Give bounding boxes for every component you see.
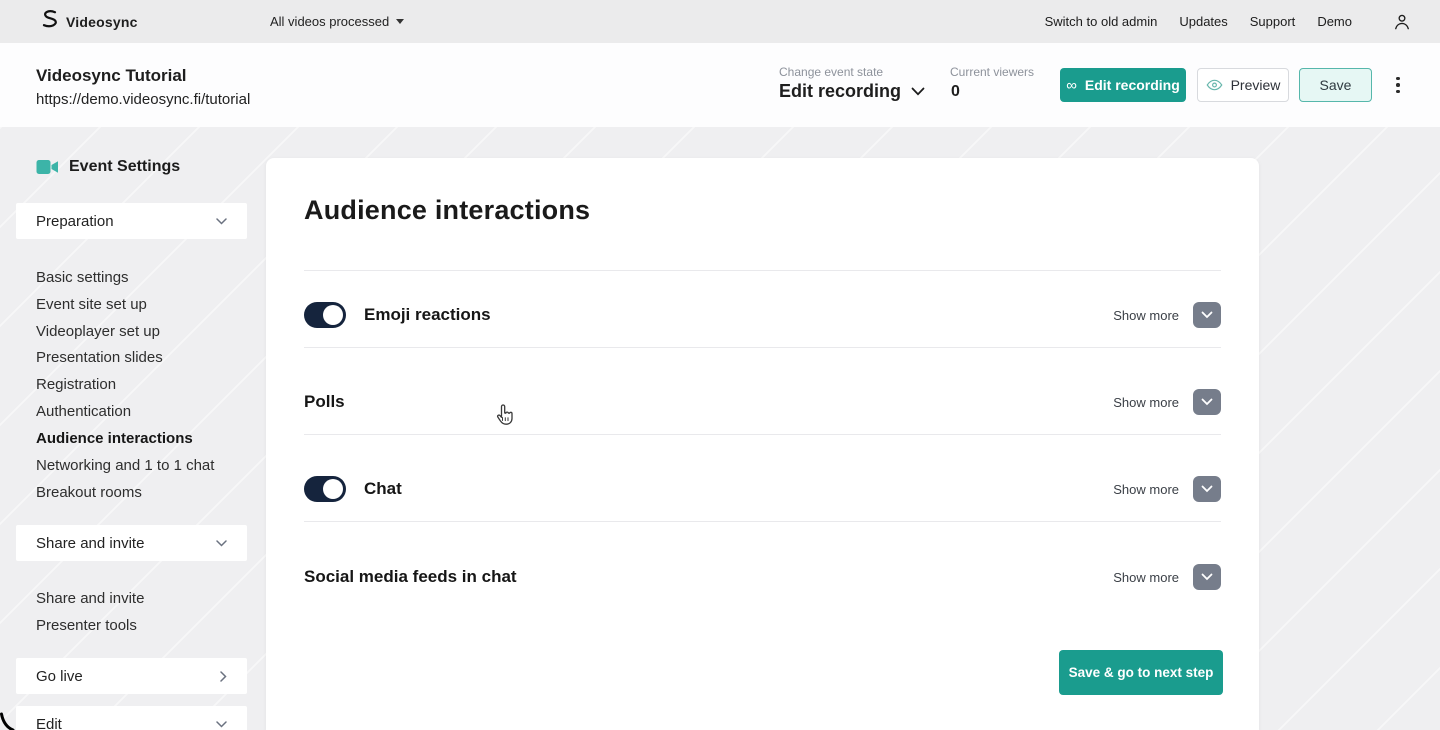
sidebar-section-preparation[interactable]: Preparation [16,203,247,239]
row-label: Polls [304,392,345,412]
panel-heading: Audience interactions [304,195,590,226]
emoji-reactions-toggle[interactable] [304,302,346,328]
expand-row-button[interactable] [1193,302,1221,328]
chevron-down-icon [911,87,925,96]
brand-name: Videosync [66,14,138,30]
share-invite-label: Share and invite [36,535,144,552]
sidebar-item-networking-1to1-chat[interactable]: Networking and 1 to 1 chat [36,452,236,478]
link-support[interactable]: Support [1250,14,1296,29]
preview-label: Preview [1231,77,1281,93]
chevron-down-icon [1201,573,1213,581]
sidebar-section-share-and-invite[interactable]: Share and invite [16,525,247,561]
top-bar-links: Switch to old admin Updates Support Demo [1045,0,1412,43]
show-more-link[interactable]: Show more [1113,308,1179,323]
save-label: Save [1320,77,1352,93]
divider [304,434,1221,435]
row-label: Chat [364,479,402,499]
link-updates[interactable]: Updates [1179,14,1227,29]
sidebar: Event Settings Preparation Basic setting… [16,127,247,730]
event-url[interactable]: https://demo.videosync.fi/tutorial [36,91,250,108]
row-label: Social media feeds in chat [304,567,517,587]
show-more-link[interactable]: Show more [1113,482,1179,497]
chevron-down-icon [216,218,227,225]
save-and-next-step-button[interactable]: Save & go to next step [1059,650,1223,695]
current-viewers-label: Current viewers [950,65,1034,79]
show-more-link[interactable]: Show more [1113,395,1179,410]
link-switch-old-admin[interactable]: Switch to old admin [1045,14,1158,29]
expand-row-button[interactable] [1193,389,1221,415]
chevron-right-icon [220,671,227,682]
current-viewers-count: 0 [951,83,960,101]
event-state-dropdown[interactable]: Edit recording [779,81,925,102]
edit-label: Edit [36,716,62,730]
setting-row-polls: Polls Show more [304,372,1221,432]
corner-artifact [0,710,16,730]
more-options-kebab-menu[interactable] [1391,71,1405,99]
divider [304,521,1221,522]
sidebar-header: Event Settings [36,158,180,176]
sidebar-item-authentication[interactable]: Authentication [36,398,236,424]
video-camera-icon [36,159,59,175]
event-state-label: Change event state [779,65,883,79]
chevron-down-icon [1201,485,1213,493]
setting-row-emoji-reactions: Emoji reactions Show more [304,285,1221,345]
chevron-down-icon [216,540,227,547]
brand[interactable]: Videosync [40,0,138,43]
top-bar: Videosync All videos processed Switch to… [0,0,1440,43]
chevron-down-icon [1201,311,1213,319]
user-icon[interactable] [1392,12,1412,32]
recording-icon: ∞ [1066,78,1077,93]
sidebar-item-registration[interactable]: Registration [36,371,236,397]
sidebar-item-event-site-set-up[interactable]: Event site set up [36,291,236,317]
caret-down-icon [396,19,404,24]
row-label: Emoji reactions [364,305,491,325]
sidebar-section-go-live[interactable]: Go live [16,658,247,694]
sidebar-item-basic-settings[interactable]: Basic settings [36,264,236,290]
sidebar-item-videoplayer-set-up[interactable]: Videoplayer set up [36,318,236,344]
link-demo[interactable]: Demo [1317,14,1352,29]
page-title: Videosync Tutorial [36,66,187,86]
edit-recording-button[interactable]: ∞ Edit recording [1060,68,1186,102]
show-more-link[interactable]: Show more [1113,570,1179,585]
videos-status-dropdown[interactable]: All videos processed [270,0,404,43]
sidebar-item-presentation-slides[interactable]: Presentation slides [36,344,236,370]
sidebar-title: Event Settings [69,158,180,176]
save-button[interactable]: Save [1299,68,1372,102]
sidebar-item-audience-interactions[interactable]: Audience interactions [36,425,236,451]
sidebar-item-presenter-tools[interactable]: Presenter tools [36,612,236,638]
chevron-down-icon [1201,398,1213,406]
videosync-logo-icon [40,9,58,34]
setting-row-chat: Chat Show more [304,459,1221,519]
videos-status-label: All videos processed [270,14,389,29]
divider [304,347,1221,348]
go-live-label: Go live [36,668,83,685]
admin-screen: Videosync All videos processed Switch to… [0,0,1440,730]
edit-recording-label: Edit recording [1085,77,1180,93]
event-state-value: Edit recording [779,81,901,102]
preview-button[interactable]: Preview [1197,68,1289,102]
audience-interactions-panel: Audience interactions Emoji reactions Sh… [266,158,1259,730]
divider [304,270,1221,271]
eye-icon [1206,79,1223,91]
expand-row-button[interactable] [1193,476,1221,502]
chevron-down-icon [216,721,227,728]
sidebar-item-share-and-invite[interactable]: Share and invite [36,585,236,611]
event-header: Videosync Tutorial https://demo.videosyn… [0,43,1440,127]
preparation-label: Preparation [36,213,114,230]
setting-row-social-media-feeds: Social media feeds in chat Show more [304,547,1221,607]
chat-toggle[interactable] [304,476,346,502]
sidebar-item-breakout-rooms[interactable]: Breakout rooms [36,479,236,505]
sidebar-section-edit[interactable]: Edit [16,706,247,730]
expand-row-button[interactable] [1193,564,1221,590]
